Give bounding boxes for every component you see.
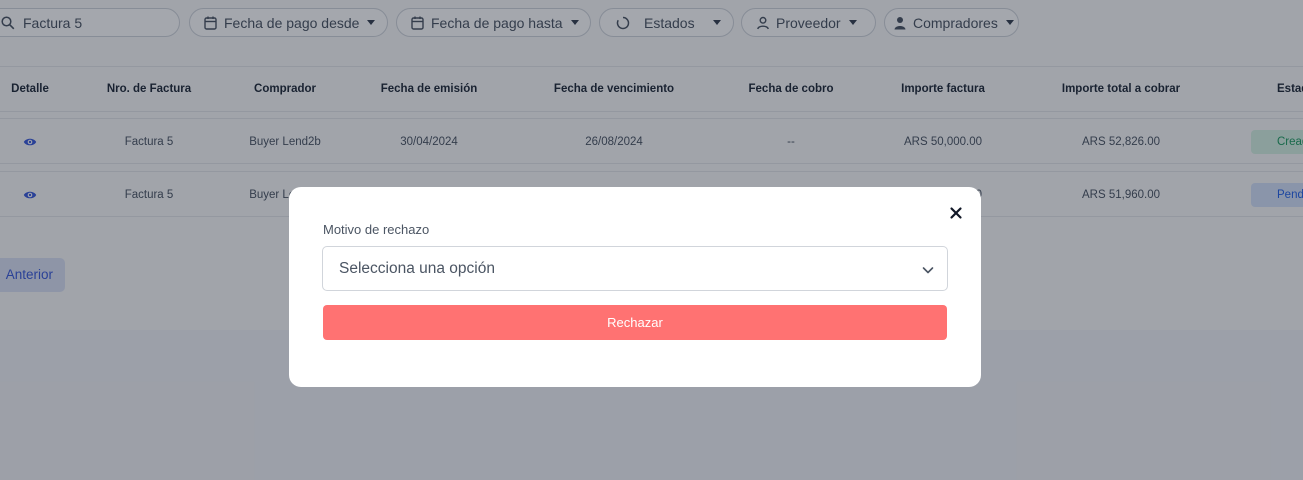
reject-modal: Motivo de rechazo Selecciona una opción … <box>289 187 981 387</box>
reject-reason-label: Motivo de rechazo <box>323 222 430 237</box>
chevron-down-icon <box>921 263 935 277</box>
close-icon[interactable] <box>949 206 963 220</box>
reject-reason-select[interactable]: Selecciona una opción <box>322 246 948 291</box>
select-placeholder: Selecciona una opción <box>339 259 495 277</box>
reject-button[interactable]: Rechazar <box>323 305 947 340</box>
